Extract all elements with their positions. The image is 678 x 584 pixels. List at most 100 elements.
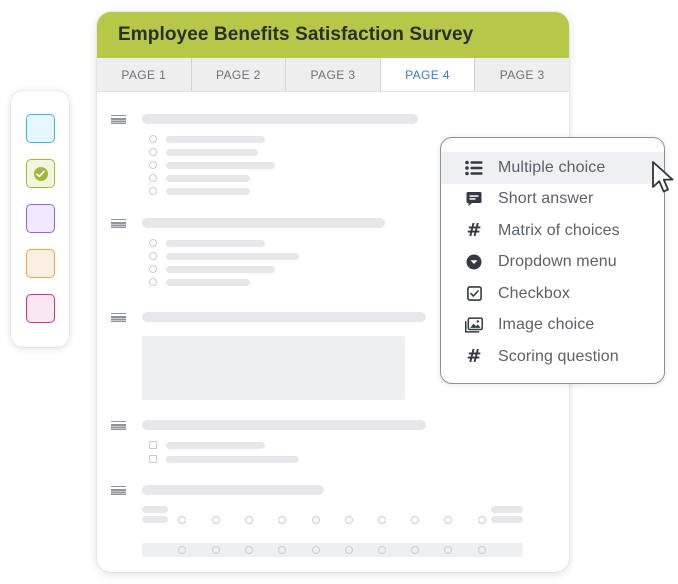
tab-page-1[interactable]: PAGE 1 [97, 58, 192, 91]
radio-icon [149, 265, 157, 273]
option-placeholder-bar [166, 252, 299, 260]
menu-item-label: Matrix of choices [498, 221, 620, 239]
radio-icon [149, 187, 157, 195]
option-placeholder [149, 278, 250, 286]
radio-icon [444, 546, 452, 554]
matrix-scale-row [142, 516, 523, 525]
menu-item-label: Scoring question [498, 347, 619, 365]
matrix-label-placeholder [491, 506, 523, 513]
radio-icon [411, 516, 419, 524]
checkbox-icon [149, 455, 157, 463]
radio-icon [212, 546, 220, 554]
tab-page-4[interactable]: PAGE 4 [380, 58, 476, 91]
comment-icon [465, 190, 483, 208]
radio-icon [345, 546, 353, 554]
drag-handle-icon[interactable] [111, 219, 126, 228]
color-swatch-cyan[interactable] [26, 114, 55, 143]
radio-icon [478, 546, 486, 554]
radio-icon [278, 516, 286, 524]
radio-icon [411, 546, 419, 554]
radio-icon [149, 161, 157, 169]
matrix-label-placeholder [142, 506, 168, 513]
menu-item-label: Multiple choice [498, 158, 606, 176]
option-placeholder-bar [166, 441, 265, 449]
image-icon [465, 316, 483, 334]
drag-handle-icon[interactable] [111, 421, 126, 430]
radio-icon [378, 516, 386, 524]
option-placeholder [149, 441, 265, 449]
radio-icon [378, 546, 386, 554]
option-placeholder-bar [166, 265, 275, 273]
question-type-menu: Multiple choice Short answer # Matrix of… [440, 137, 665, 384]
mouse-pointer-icon [652, 161, 674, 193]
radio-icon [149, 174, 157, 182]
drag-handle-icon[interactable] [111, 115, 126, 124]
option-placeholder-bar [166, 239, 265, 247]
option-placeholder [149, 239, 265, 247]
radio-icon [245, 546, 253, 554]
radio-icon [312, 546, 320, 554]
menu-item-label: Dropdown menu [498, 253, 617, 271]
option-placeholder [149, 174, 250, 182]
radio-icon [149, 252, 157, 260]
menu-item-image-choice[interactable]: Image choice [441, 310, 664, 342]
hash-icon: # [465, 221, 483, 240]
matrix-header-row [142, 506, 523, 515]
survey-header: Employee Benefits Satisfaction Survey [97, 12, 569, 58]
menu-item-matrix-of-choices[interactable]: # Matrix of choices [441, 215, 664, 247]
hash-glyph: # [466, 345, 482, 367]
menu-item-checkbox[interactable]: Checkbox [441, 278, 664, 310]
color-swatch-orange[interactable] [26, 249, 55, 278]
question-placeholder-bar [142, 114, 418, 124]
question-placeholder-bar [142, 485, 324, 495]
color-swatch-purple[interactable] [26, 204, 55, 233]
checkbox-icon [465, 285, 483, 303]
tab-page-2[interactable]: PAGE 2 [192, 58, 287, 91]
option-placeholder-bar [166, 148, 258, 156]
matrix-answer-row [142, 543, 523, 557]
option-placeholder [149, 135, 265, 143]
drag-handle-icon[interactable] [111, 486, 126, 495]
matrix-label-placeholder [142, 516, 168, 523]
radio-icon [245, 516, 253, 524]
drag-handle-icon[interactable] [111, 313, 126, 322]
radio-icon [178, 546, 186, 554]
radio-icon [149, 239, 157, 247]
option-placeholder-bar [166, 135, 265, 143]
option-placeholder [149, 161, 275, 169]
menu-item-scoring-question[interactable]: # Scoring question [441, 341, 664, 373]
radio-icon [345, 516, 353, 524]
option-placeholder-bar [166, 278, 250, 286]
answer-textbox-placeholder [142, 336, 405, 400]
checkmark-icon [33, 166, 48, 181]
hash-icon: # [465, 345, 483, 367]
color-palette [11, 91, 69, 347]
menu-item-short-answer[interactable]: Short answer [441, 184, 664, 216]
option-placeholder-bar [166, 187, 250, 195]
menu-item-label: Image choice [498, 316, 595, 334]
matrix-label-placeholder [491, 516, 523, 523]
radio-icon [149, 148, 157, 156]
tab-page-3[interactable]: PAGE 3 [286, 58, 381, 91]
radio-icon [149, 135, 157, 143]
option-placeholder-bar [166, 174, 250, 182]
radio-icon [312, 516, 320, 524]
menu-item-label: Checkbox [498, 284, 570, 302]
menu-item-dropdown-menu[interactable]: Dropdown menu [441, 247, 664, 279]
option-placeholder [149, 252, 299, 260]
option-placeholder-bar [166, 161, 275, 169]
survey-title: Employee Benefits Satisfaction Survey [118, 24, 474, 45]
color-swatch-green[interactable] [26, 159, 55, 188]
dropdown-circle-icon [465, 253, 483, 271]
radio-icon [178, 516, 186, 524]
radio-icon [278, 546, 286, 554]
page-tabs: PAGE 1 PAGE 2 PAGE 3 PAGE 4 PAGE 3 [97, 58, 569, 92]
option-placeholder-bar [166, 455, 299, 463]
radio-icon [444, 516, 452, 524]
option-placeholder [149, 187, 250, 195]
tab-page-5[interactable]: PAGE 3 [475, 58, 569, 91]
menu-item-multiple-choice[interactable]: Multiple choice [441, 152, 664, 184]
option-placeholder [149, 455, 299, 463]
radio-icon [478, 516, 486, 524]
color-swatch-pink[interactable] [26, 294, 55, 323]
